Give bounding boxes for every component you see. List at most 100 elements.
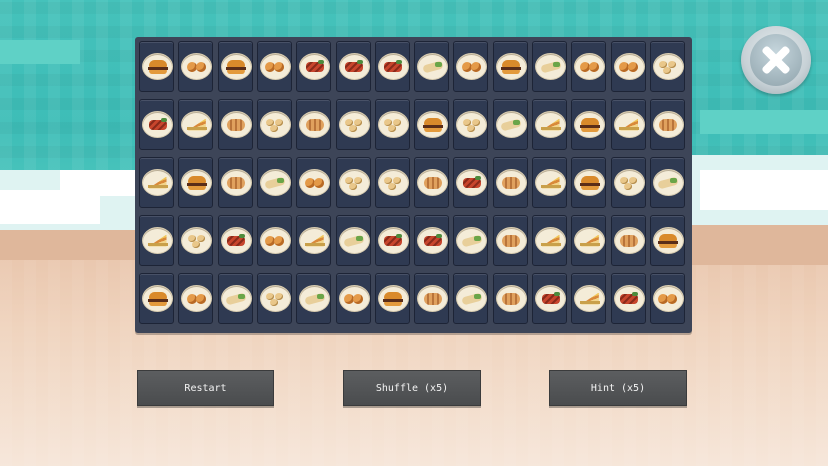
tile-sandwich[interactable] (139, 215, 174, 266)
tile-wrap[interactable] (453, 273, 489, 324)
tile-sandwich[interactable] (532, 99, 567, 150)
tile-potato[interactable] (610, 157, 646, 208)
tile-sandwich[interactable] (178, 99, 214, 150)
tile-potato[interactable] (335, 99, 371, 150)
wet-sand (692, 225, 828, 265)
tile-burger[interactable] (571, 157, 607, 208)
tile-chicken[interactable] (414, 273, 450, 324)
tile-eggs[interactable] (178, 273, 214, 324)
tile-eggs[interactable] (610, 41, 646, 92)
tile-eggs[interactable] (256, 41, 292, 92)
burger-icon (579, 175, 600, 190)
tile-wrap[interactable] (414, 41, 450, 92)
tile-burger[interactable] (178, 157, 214, 208)
plate (221, 228, 251, 253)
plate (418, 228, 448, 253)
plate (378, 228, 408, 253)
tile-steak[interactable] (217, 215, 253, 266)
restart-button[interactable]: Restart (137, 370, 274, 406)
tile-eggs[interactable] (335, 273, 371, 324)
plate (418, 54, 448, 79)
tile-chicken[interactable] (492, 157, 528, 208)
plate (182, 54, 212, 79)
tile-chicken[interactable] (492, 273, 528, 324)
wrap-icon (343, 234, 365, 248)
tile-burger[interactable] (414, 99, 450, 150)
tile-wrap[interactable] (492, 99, 528, 150)
tile-wrap[interactable] (453, 215, 489, 266)
tile-steak[interactable] (453, 157, 489, 208)
close-button[interactable] (741, 26, 811, 94)
potato-icon (462, 118, 482, 132)
tile-steak[interactable] (139, 99, 174, 150)
tile-chicken[interactable] (296, 99, 332, 150)
tile-eggs[interactable] (296, 157, 332, 208)
tile-burger[interactable] (139, 273, 174, 324)
burger-icon (147, 59, 168, 74)
tile-chicken[interactable] (217, 157, 253, 208)
tile-eggs[interactable] (571, 41, 607, 92)
close-icon (761, 45, 791, 75)
plate (339, 170, 369, 195)
tile-eggs[interactable] (649, 273, 685, 324)
tile-eggs[interactable] (256, 215, 292, 266)
plate (143, 54, 172, 79)
tile-steak[interactable] (374, 215, 410, 266)
tile-steak[interactable] (532, 273, 567, 324)
tile-steak[interactable] (374, 41, 410, 92)
plate (653, 112, 683, 137)
tile-chicken[interactable] (610, 215, 646, 266)
plate (418, 170, 448, 195)
tile-sandwich[interactable] (532, 157, 567, 208)
tile-sandwich[interactable] (571, 215, 607, 266)
tile-potato[interactable] (335, 157, 371, 208)
tile-sandwich[interactable] (610, 99, 646, 150)
tile-burger[interactable] (139, 41, 174, 92)
tile-wrap[interactable] (256, 157, 292, 208)
tile-eggs[interactable] (453, 41, 489, 92)
tile-potato[interactable] (256, 99, 292, 150)
tile-sandwich[interactable] (139, 157, 174, 208)
tile-sandwich[interactable] (532, 215, 567, 266)
wrap-icon (264, 176, 287, 190)
tile-wrap[interactable] (217, 273, 253, 324)
tile-wrap[interactable] (335, 215, 371, 266)
steak-icon (383, 233, 403, 248)
hint-button[interactable]: Hint (x5) (549, 370, 687, 406)
plate (143, 170, 172, 195)
tile-steak[interactable] (414, 215, 450, 266)
tile-wrap[interactable] (296, 273, 332, 324)
eggs-icon (658, 292, 678, 306)
eggs-icon (461, 60, 482, 74)
tile-chicken[interactable] (492, 215, 528, 266)
tile-chicken[interactable] (414, 157, 450, 208)
tile-chicken[interactable] (217, 99, 253, 150)
chicken-icon (226, 176, 246, 190)
tile-potato[interactable] (453, 99, 489, 150)
tile-chicken[interactable] (649, 99, 685, 150)
tile-potato[interactable] (256, 273, 292, 324)
tile-potato[interactable] (649, 41, 685, 92)
plate (378, 286, 408, 311)
plate (575, 54, 605, 79)
tile-potato[interactable] (374, 157, 410, 208)
chicken-icon (226, 118, 246, 132)
tile-sandwich[interactable] (296, 215, 332, 266)
tile-eggs[interactable] (178, 41, 214, 92)
tile-potato[interactable] (178, 215, 214, 266)
sandwich-icon (619, 118, 640, 132)
tile-burger[interactable] (374, 273, 410, 324)
tile-wrap[interactable] (532, 41, 567, 92)
tile-steak[interactable] (610, 273, 646, 324)
shuffle-button[interactable]: Shuffle (x5) (343, 370, 481, 406)
tile-wrap[interactable] (649, 157, 685, 208)
tile-steak[interactable] (296, 41, 332, 92)
tile-burger[interactable] (492, 41, 528, 92)
tile-burger[interactable] (217, 41, 253, 92)
tile-burger[interactable] (649, 215, 685, 266)
tile-burger[interactable] (571, 99, 607, 150)
tile-sandwich[interactable] (571, 273, 607, 324)
tile-potato[interactable] (374, 99, 410, 150)
plate (457, 112, 487, 137)
tile-steak[interactable] (335, 41, 371, 92)
